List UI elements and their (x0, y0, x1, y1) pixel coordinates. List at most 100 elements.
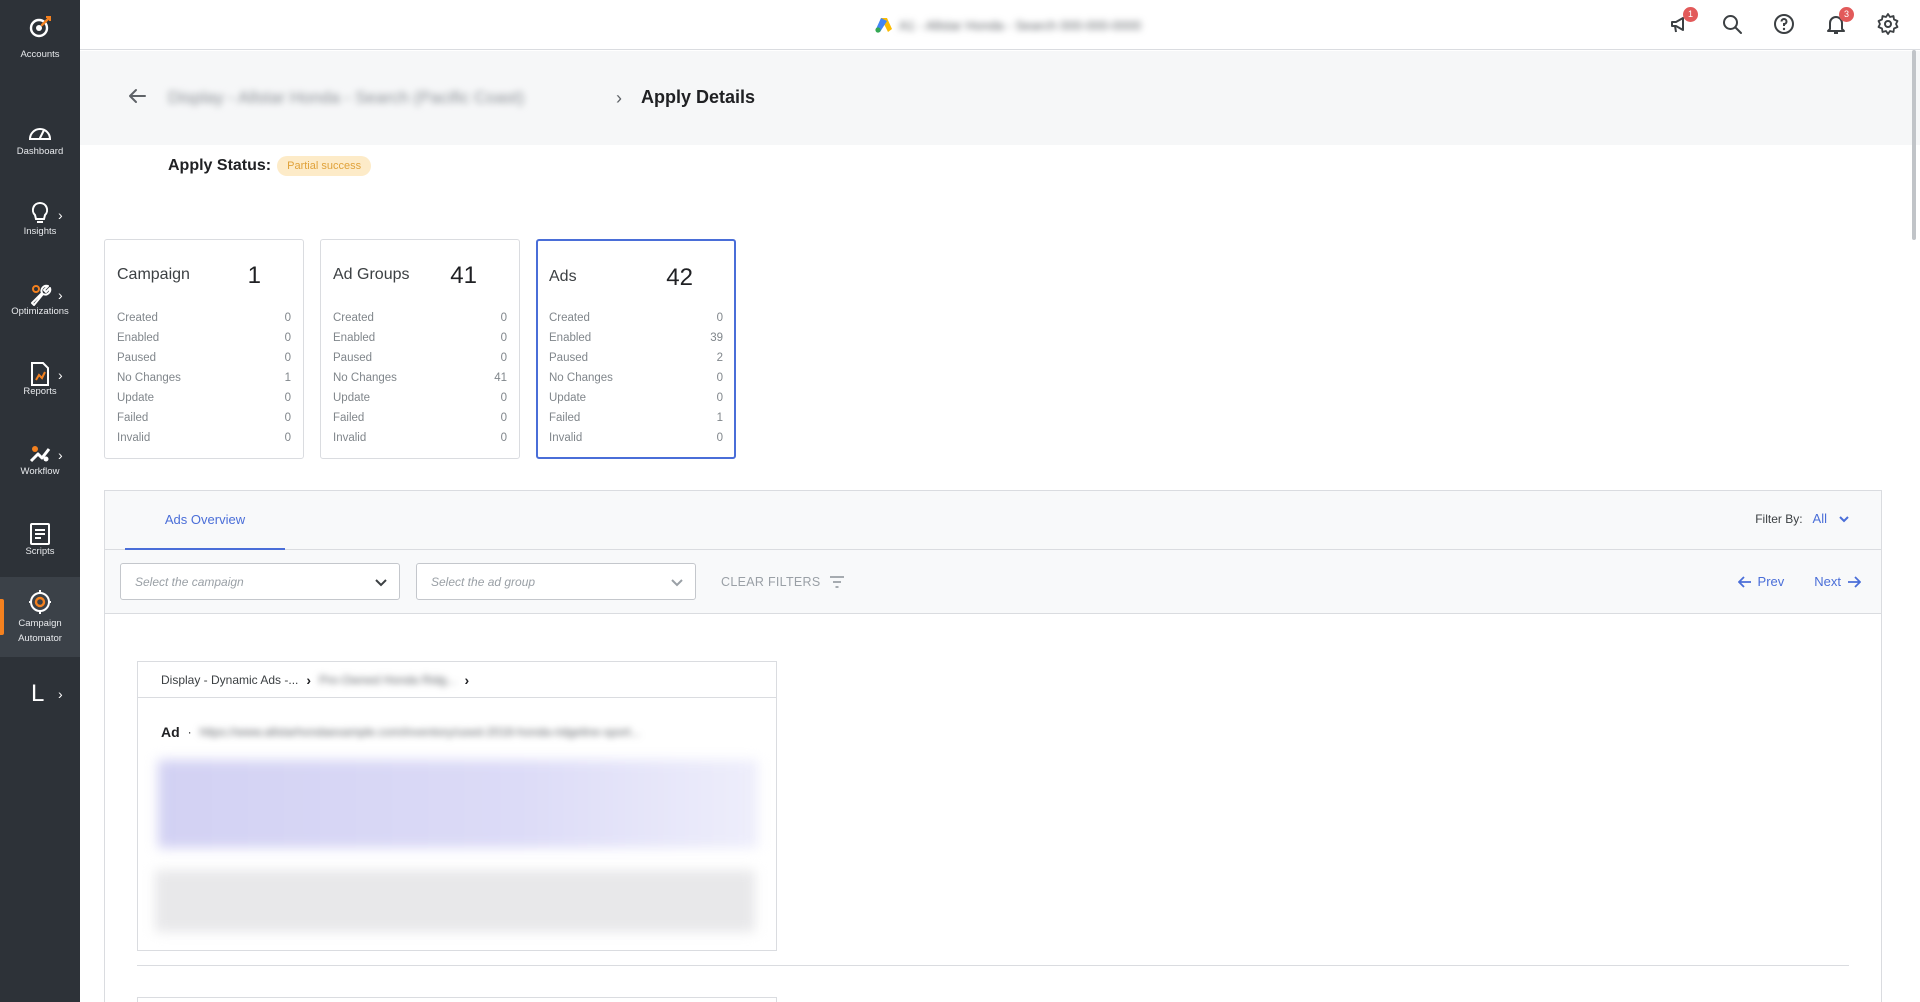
account-name: A1 - Allstar Honda - Search 000-000-0000 (899, 17, 1142, 33)
sidebar-item-scripts[interactable]: Scripts (0, 507, 80, 587)
card-row-paused: Paused 0 (117, 352, 291, 364)
user-initial[interactable]: L (31, 680, 44, 708)
card-row-created: Created 0 (117, 312, 291, 324)
card-row-enabled: Enabled 0 (117, 332, 291, 344)
sidebar-item-workflow[interactable]: Workflow › (0, 427, 80, 507)
sidebar-item-label: Campaign Automator (18, 618, 62, 644)
ad-separator: · (187, 725, 192, 739)
sidebar-item-optimizations[interactable]: Optimizations › (0, 267, 80, 347)
ads-summary-card[interactable]: Ads 42 Created 0 Enabled 39 Paused 2 No Cha… (536, 239, 736, 459)
card-row-update: Update 0 (117, 392, 291, 404)
notifications-button[interactable]: 3 (1824, 7, 1854, 36)
prev-button[interactable]: Prev (1737, 574, 1785, 589)
ad-preview-card (137, 997, 777, 1002)
apply-status: Apply Status: Partial success (168, 156, 372, 176)
card-title: Ad Groups (333, 266, 410, 283)
filter-by[interactable]: Filter By: All (1755, 511, 1851, 526)
scripts-icon (30, 523, 50, 545)
adgroup-select-placeholder: Select the ad group (431, 575, 536, 589)
sidebar-item-reports[interactable]: Reports › (0, 347, 80, 427)
next-button[interactable]: Next (1814, 574, 1861, 589)
card-row-invalid: Invalid 0 (333, 432, 507, 444)
chevron-right-icon: › (58, 447, 63, 463)
sidebar-item-insights[interactable]: Insights › (0, 187, 80, 267)
card-row-no-changes: No Changes 41 (333, 372, 507, 384)
sidebar-item-campaign-automator[interactable]: Campaign Automator (0, 577, 80, 657)
filters-bar: Select the campaign Select the ad group … (105, 550, 1881, 614)
ad-adgroup-crumb[interactable]: Pre-Owned Honda Ridg... (319, 673, 456, 687)
campaign-select[interactable]: Select the campaign (120, 563, 400, 600)
sidebar-item-label: Insights (23, 226, 57, 237)
tab-ads-overview[interactable]: Ads Overview (125, 491, 285, 550)
card-row-update: Update 0 (333, 392, 507, 404)
card-row-invalid: Invalid 0 (549, 432, 723, 444)
sidebar-item-label: Dashboard (16, 146, 64, 157)
campaign-summary-card[interactable]: Campaign 1 Created 0 Enabled 0 Paused 0 No … (104, 239, 304, 459)
card-row-enabled: Enabled 0 (333, 332, 507, 344)
ads-overview-panel: Ads Overview Filter By: All Select the c… (104, 490, 1882, 1002)
campaign-select-placeholder: Select the campaign (135, 575, 244, 589)
clear-filters-button[interactable]: CLEAR FILTERS (721, 575, 845, 589)
top-bar-actions: 1 3 (1668, 7, 1900, 36)
announcements-button[interactable]: 1 (1668, 7, 1698, 36)
ad-groups-summary-card[interactable]: Ad Groups 41 Created 0 Enabled 0 Paused 0 N… (320, 239, 520, 459)
ad-description-blurred (155, 870, 755, 932)
breadcrumb-separator: › (616, 88, 622, 108)
chevron-down-icon[interactable] (1837, 512, 1851, 526)
accounts-icon (29, 16, 51, 38)
card-count: 41 (450, 262, 477, 289)
sidebar-item-label: Reports (23, 386, 57, 397)
breadcrumb-campaign[interactable]: Display - Allstar Honda - Search (Pacifi… (168, 88, 524, 108)
card-row-created: Created 0 (549, 312, 723, 324)
card-row-failed: Failed 0 (117, 412, 291, 424)
ad-url[interactable]: https://www.allstarhondaexample.com/inve… (200, 725, 641, 739)
top-bar: A1 - Allstar Honda - Search 000-000-0000… (80, 0, 1920, 50)
apply-status-label: Apply Status: (168, 157, 272, 174)
chevron-right-icon[interactable]: › (58, 686, 63, 702)
google-ads-logo-icon (875, 18, 892, 33)
ad-label: Ad (161, 724, 180, 740)
ad-breadcrumb: Display - Dynamic Ads -... › Pre-Owned H… (138, 662, 776, 698)
card-row-no-changes: No Changes 1 (117, 372, 291, 384)
prev-label: Prev (1757, 574, 1785, 589)
sidebar: Accounts Dashboard Insights › Optimizati… (0, 0, 80, 1002)
help-icon (1774, 14, 1794, 34)
adgroup-select[interactable]: Select the ad group (416, 563, 696, 600)
ad-headline-blurred (158, 760, 758, 848)
next-label: Next (1814, 574, 1841, 589)
filter-icon (829, 576, 844, 588)
dashboard-icon (28, 128, 52, 140)
card-count: 42 (666, 264, 693, 291)
card-row-invalid: Invalid 0 (117, 432, 291, 444)
page-scrollbar[interactable] (1912, 50, 1916, 240)
lightbulb-icon (31, 201, 49, 223)
back-arrow-icon[interactable] (126, 85, 148, 107)
divider (137, 965, 1849, 966)
sidebar-item-label: Accounts (20, 49, 60, 60)
page-header: Display - Allstar Honda - Search (Pacifi… (80, 51, 1920, 145)
search-button[interactable] (1720, 12, 1744, 36)
card-title: Campaign (117, 266, 190, 283)
workflow-icon (29, 446, 51, 463)
ad-header: Ad · https://www.allstarhondaexample.com… (161, 724, 641, 740)
account-selector[interactable]: A1 - Allstar Honda - Search 000-000-0000 (875, 14, 1141, 36)
chevron-right-icon: › (58, 367, 63, 383)
chevron-down-icon (671, 579, 683, 587)
card-row-paused: Paused 2 (549, 352, 723, 364)
help-button[interactable] (1772, 12, 1796, 36)
sidebar-item-accounts[interactable]: Accounts (0, 0, 80, 80)
chevron-right-icon: › (306, 671, 312, 688)
filter-by-value[interactable]: All (1813, 511, 1827, 526)
settings-button[interactable] (1876, 12, 1900, 36)
chevron-right-icon: › (58, 287, 63, 303)
chevron-right-icon: › (464, 671, 470, 688)
status-badge: Partial success (277, 156, 372, 176)
ad-campaign-crumb[interactable]: Display - Dynamic Ads -... (161, 673, 298, 687)
ad-preview-card: Display - Dynamic Ads -... › Pre-Owned H… (137, 661, 777, 951)
chevron-down-icon (375, 579, 387, 587)
sidebar-item-dashboard[interactable]: Dashboard (0, 107, 80, 187)
campaign-automator-icon (29, 590, 51, 614)
filter-by-label: Filter By: (1755, 511, 1803, 526)
sidebar-item-label: Optimizations (11, 306, 69, 317)
page-title: Apply Details (641, 87, 756, 107)
